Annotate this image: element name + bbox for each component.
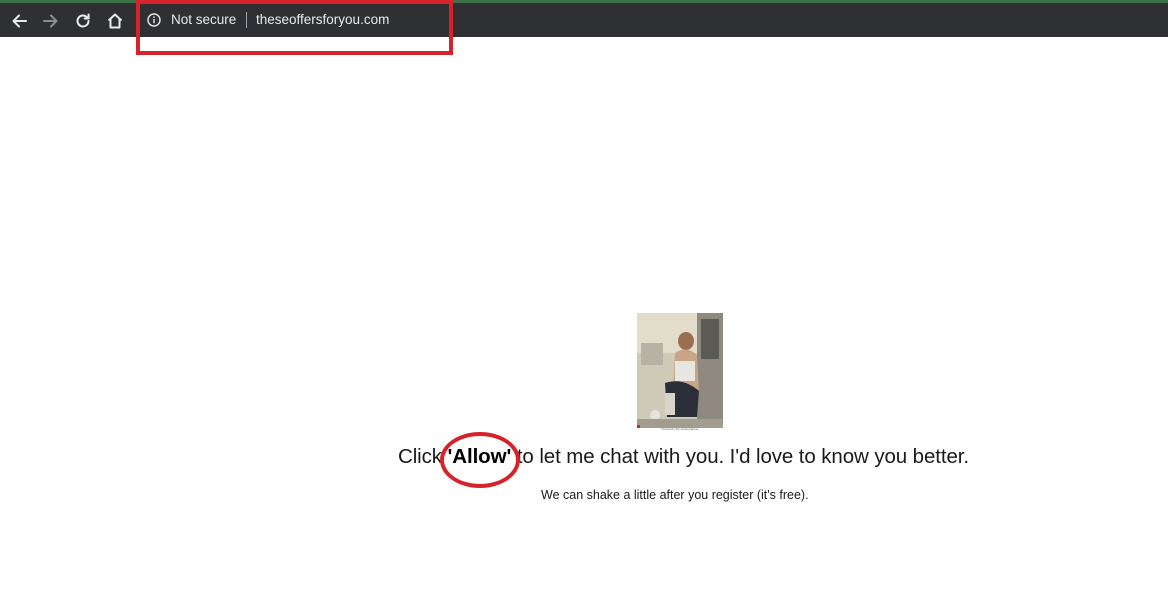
security-label[interactable]: Not secure <box>171 12 236 27</box>
forward-arrow-icon <box>42 12 60 30</box>
home-icon <box>106 12 124 30</box>
url-text[interactable]: theseoffersforyou.com <box>256 12 389 27</box>
allow-word: 'Allow' <box>447 445 512 468</box>
home-button[interactable] <box>103 9 127 33</box>
browser-toolbar: Not secure theseoffersforyou.com <box>0 0 1168 37</box>
message-prefix: Click <box>398 445 448 468</box>
photo-caption: Posted by the photographer <box>661 427 699 431</box>
reload-button[interactable] <box>71 9 95 33</box>
forward-button[interactable] <box>39 9 63 33</box>
back-arrow-icon <box>10 12 28 30</box>
censor-box <box>675 361 695 381</box>
profile-photo <box>637 313 723 428</box>
back-button[interactable] <box>7 9 31 33</box>
sub-message: We can shake a little after you register… <box>541 488 809 502</box>
message-suffix: to let me chat with you. I'd love to kno… <box>511 445 969 468</box>
main-message: Click 'Allow' to let me chat with you. I… <box>398 445 969 469</box>
info-icon[interactable] <box>147 13 161 27</box>
omnibox-divider <box>246 12 247 28</box>
address-bar[interactable]: Not secure theseoffersforyou.com <box>138 6 1138 33</box>
reload-icon <box>74 12 92 30</box>
